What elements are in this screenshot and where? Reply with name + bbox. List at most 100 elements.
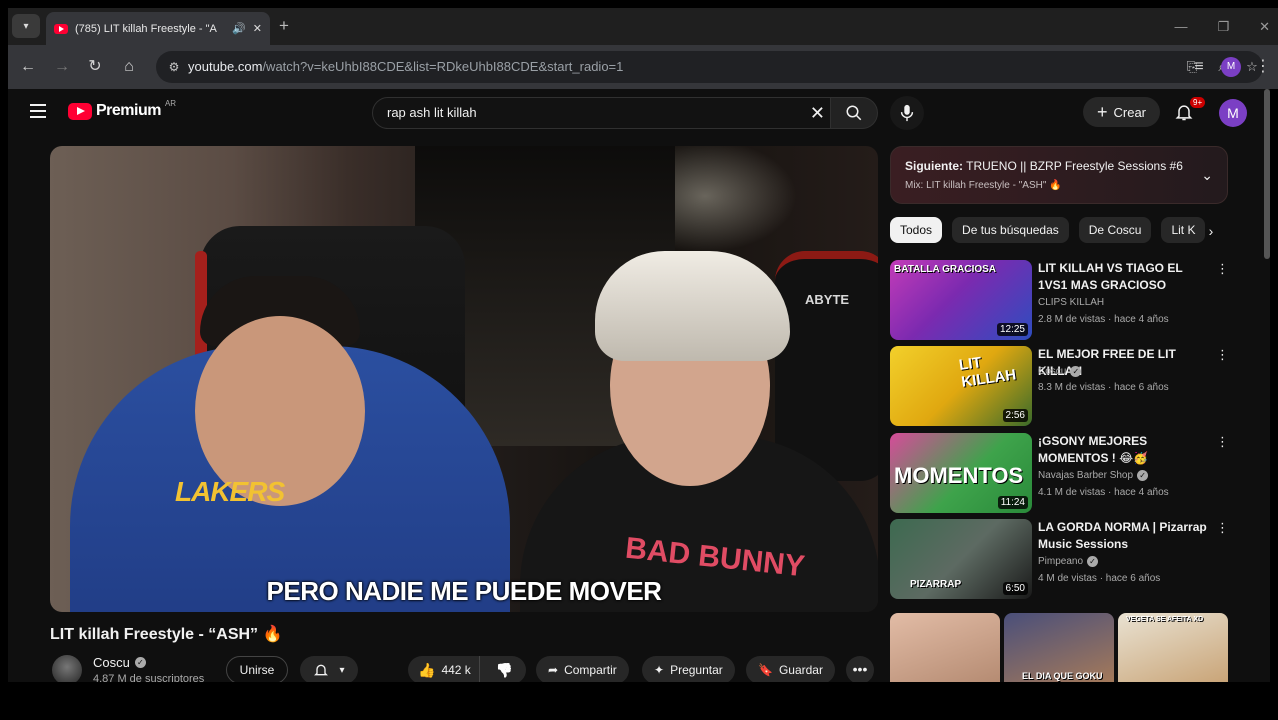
recommendation-thumbnail[interactable]: BATALLA GRACIOSA 12:25	[890, 260, 1032, 340]
like-count: 442 k	[441, 663, 471, 677]
speaker-icon[interactable]: 🔊	[232, 22, 246, 35]
restore-icon[interactable]: ❐	[1217, 19, 1229, 35]
search-icon	[846, 105, 862, 121]
channel-name: Coscu	[93, 655, 130, 670]
share-button[interactable]: ➦ Compartir	[536, 656, 629, 682]
url-text[interactable]: youtube.com/watch?v=keUhbI88CDE&list=RDk…	[188, 59, 623, 74]
notification-count-badge: 9+	[1190, 97, 1206, 108]
shorts-shelf: EL DIA QUE GOKU VEGETA SE AFEITA XD	[890, 613, 1230, 682]
forward-arrow-icon[interactable]: →	[50, 55, 74, 79]
short-caption: EL DIA QUE GOKU	[1022, 671, 1103, 681]
like-button[interactable]: 👍 442 k	[408, 656, 480, 682]
up-next-playlist-panel[interactable]: Siguiente: TRUENO || BZRP Freestyle Sess…	[890, 146, 1228, 204]
clear-search-icon[interactable]: ✕	[810, 103, 825, 123]
recommendation-item[interactable]: LIT KILLAH 2:56 EL MEJOR FREE DE LIT KIL…	[890, 346, 1230, 426]
chip-search-history[interactable]: De tus búsquedas	[952, 217, 1069, 243]
verified-check-icon: ✓	[1087, 556, 1099, 567]
verified-check-icon: ✓	[134, 657, 146, 668]
kebab-menu-icon[interactable]: ⋮	[1216, 260, 1229, 278]
minimize-icon[interactable]: —	[1174, 19, 1187, 34]
close-window-icon[interactable]: ✕	[1259, 19, 1270, 35]
site-info-icon[interactable]: ⚙	[166, 59, 182, 75]
plus-icon: +	[1096, 101, 1108, 122]
channel-avatar[interactable]	[52, 655, 82, 682]
save-button[interactable]: 🔖 Guardar	[746, 656, 835, 682]
recommendation-thumbnail[interactable]: MOMENTOS 11:24	[890, 433, 1032, 513]
kebab-menu-icon[interactable]: ⋮	[1216, 433, 1229, 451]
kebab-menu-icon[interactable]: ⋮	[1216, 346, 1229, 364]
recommendation-channel: Pimpeano ✓	[1038, 556, 1099, 567]
video-title: LIT killah Freestyle - “ASH” 🔥	[50, 626, 283, 643]
recommendation-title: LA GORDA NORMA | Pizarrap Music Sessions	[1038, 520, 1207, 551]
bookmark-icon: 🔖	[758, 663, 773, 677]
recommendation-thumbnail[interactable]: PIZARRAP 6:50	[890, 519, 1032, 599]
chip-todos[interactable]: Todos	[890, 217, 943, 243]
up-next-title: Siguiente: TRUENO || BZRP Freestyle Sess…	[905, 159, 1183, 173]
short-thumbnail[interactable]: EL DIA QUE GOKU	[1004, 613, 1114, 682]
create-button[interactable]: + Crear	[1083, 97, 1160, 127]
channel-name: Coscu	[1038, 366, 1067, 377]
browser-tab-active[interactable]: (785) LIT killah Freestyle - "A 🔊 ✕	[46, 12, 270, 45]
video-person-right-hair	[595, 251, 790, 361]
account-avatar[interactable]: M	[1219, 99, 1247, 127]
browser-menu-icon[interactable]: ⋮	[1251, 55, 1275, 79]
more-actions-button[interactable]: •••	[846, 656, 874, 682]
media-controls-icon[interactable]: ≡	[1187, 55, 1211, 79]
save-label: Guardar	[778, 663, 823, 677]
back-arrow-icon[interactable]: ←	[16, 55, 40, 79]
page-scrollbar[interactable]	[1264, 89, 1270, 259]
kebab-menu-icon[interactable]: ⋮	[1216, 519, 1229, 537]
subscribed-notifications-button[interactable]: ▾	[300, 656, 358, 682]
short-thumbnail[interactable]: VEGETA SE AFEITA XD	[1118, 613, 1228, 682]
youtube-favicon-icon	[54, 23, 68, 34]
thumbs-down-icon: 👎	[495, 661, 514, 678]
ask-button[interactable]: ✦ Preguntar	[642, 656, 735, 682]
recommendation-item[interactable]: BATALLA GRACIOSA 12:25 LIT KILLAH VS TIA…	[890, 260, 1230, 340]
profile-avatar[interactable]: M	[1221, 57, 1241, 77]
hamburger-menu-icon[interactable]	[30, 104, 46, 118]
chip-from-channel[interactable]: De Coscu	[1078, 217, 1152, 243]
reload-icon[interactable]: ↻	[83, 55, 107, 79]
thumbnail-text: MOMENTOS	[894, 463, 1024, 488]
youtube-header: Premium AR ✕ + Crear 9+ M	[8, 89, 1270, 135]
microphone-icon	[900, 104, 914, 122]
tab-search-button[interactable]: ▾	[12, 14, 40, 38]
subscriber-count: 4.87 M de suscriptores	[93, 673, 205, 682]
recommendation-thumbnail[interactable]: LIT KILLAH 2:56	[890, 346, 1032, 426]
share-label: Compartir	[564, 663, 617, 677]
join-button[interactable]: Unirse	[226, 656, 288, 682]
channel-name-link[interactable]: Coscu ✓	[93, 655, 146, 670]
recommendation-channel: Navajas Barber Shop ✓	[1038, 470, 1149, 481]
short-caption: VEGETA SE AFEITA XD	[1126, 616, 1204, 623]
chevron-right-icon[interactable]: ›	[1200, 220, 1222, 242]
short-thumbnail[interactable]	[890, 613, 1000, 682]
recommendation-channel: CLIPS KILLAH	[1038, 297, 1104, 308]
new-tab-button[interactable]: +	[274, 16, 294, 36]
address-bar[interactable]: ⚙ youtube.com/watch?v=keUhbI88CDE&list=R…	[156, 51, 1263, 83]
search-button[interactable]	[830, 97, 878, 129]
bell-icon	[314, 664, 329, 676]
profile-letter: M	[1221, 57, 1241, 77]
search-input[interactable]	[387, 105, 787, 120]
recommendation-meta: 4 M de vistas · hace 6 años	[1038, 573, 1161, 584]
chevron-down-icon: ▾	[339, 664, 345, 676]
youtube-premium-logo[interactable]: Premium AR	[68, 99, 176, 120]
recommendation-item[interactable]: MOMENTOS 11:24 ¡GSONY MEJORES MOMENTOS !…	[890, 433, 1230, 513]
dislike-button[interactable]: 👎	[486, 656, 523, 682]
chair-brand-text: ABYTE	[805, 292, 850, 307]
recommendation-meta: 2.8 M de vistas · hace 4 años	[1038, 314, 1169, 325]
chevron-down-icon[interactable]: ⌄	[1201, 167, 1213, 184]
sparkle-icon: ✦	[654, 663, 665, 677]
video-player[interactable]: ABYTE LAKERS BAD BUNNY PERO NADIE ME PUE…	[50, 146, 878, 612]
recommendation-channel: Coscu ✓	[1038, 366, 1082, 377]
tab-title: (785) LIT killah Freestyle - "A	[75, 22, 217, 35]
close-tab-icon[interactable]: ✕	[253, 22, 262, 35]
voice-search-button[interactable]	[890, 96, 924, 130]
chip-lit-killah[interactable]: Lit K	[1161, 217, 1206, 243]
recommendation-item[interactable]: PIZARRAP 6:50 LA GORDA NORMA | Pizarrap …	[890, 519, 1230, 599]
thumbs-up-icon: 👍	[418, 661, 436, 678]
home-icon[interactable]: ⌂	[117, 55, 141, 79]
video-duration: 6:50	[1002, 582, 1028, 595]
thumbnail-text: LIT KILLAH	[957, 354, 1018, 391]
recommendation-meta: 4.1 M de vistas · hace 4 años	[1038, 487, 1169, 498]
